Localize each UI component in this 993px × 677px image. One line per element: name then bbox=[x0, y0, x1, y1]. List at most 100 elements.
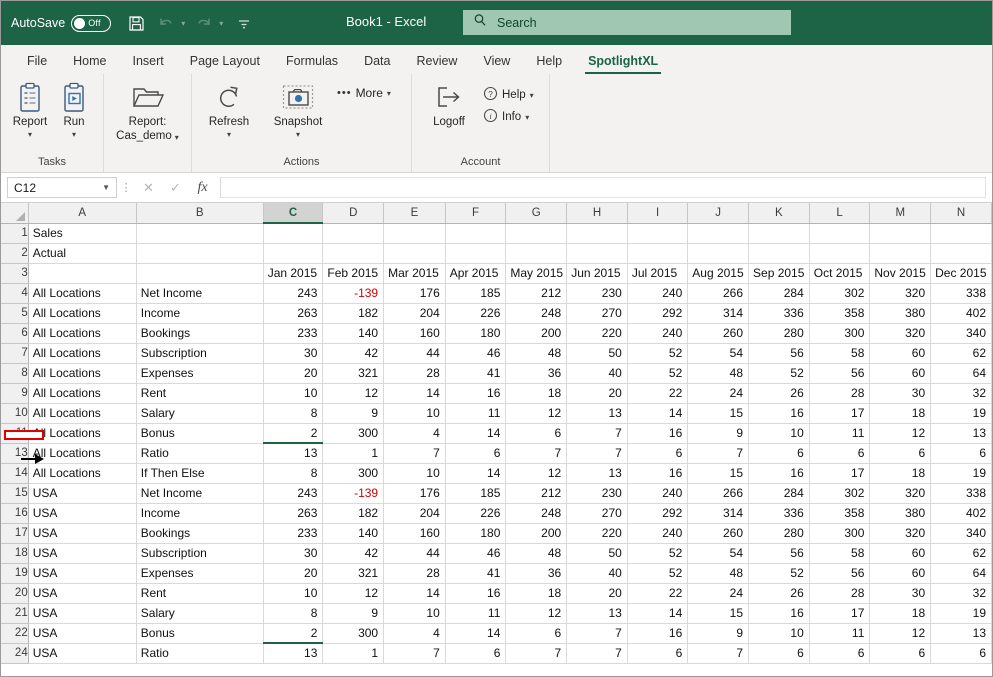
cell-I10[interactable]: 14 bbox=[627, 403, 689, 424]
cell-F14[interactable]: 14 bbox=[445, 463, 507, 484]
cell-E10[interactable]: 10 bbox=[383, 403, 446, 424]
cell-J5[interactable]: 314 bbox=[687, 303, 750, 324]
cell-J14[interactable]: 15 bbox=[687, 463, 750, 484]
tab-page-layout[interactable]: Page Layout bbox=[177, 54, 273, 74]
run-button[interactable]: Run ▾ bbox=[52, 78, 96, 139]
cell-A16[interactable]: USA bbox=[28, 503, 137, 524]
cell-H9[interactable]: 20 bbox=[566, 383, 628, 404]
cell-E20[interactable]: 14 bbox=[383, 583, 446, 604]
cell-L20[interactable]: 28 bbox=[809, 583, 871, 604]
cell-H13[interactable]: 7 bbox=[566, 443, 628, 464]
cell-L11[interactable]: 11 bbox=[809, 423, 871, 444]
cell-L24[interactable]: 6 bbox=[809, 643, 871, 664]
cell-B19[interactable]: Expenses bbox=[136, 563, 264, 584]
cell-E16[interactable]: 204 bbox=[383, 503, 446, 524]
row-header-10[interactable]: 10 bbox=[1, 403, 29, 424]
tab-data[interactable]: Data bbox=[351, 54, 403, 74]
cell-C18[interactable]: 30 bbox=[263, 543, 324, 564]
column-header-h[interactable]: H bbox=[566, 203, 628, 224]
tab-file[interactable]: File bbox=[14, 54, 60, 74]
cell-A15[interactable]: USA bbox=[28, 483, 137, 504]
cell-J10[interactable]: 15 bbox=[687, 403, 750, 424]
cell-I2[interactable] bbox=[627, 243, 689, 264]
report-dropdown-icon[interactable]: ▾ bbox=[28, 130, 32, 139]
cell-C20[interactable]: 10 bbox=[263, 583, 324, 604]
cell-N6[interactable]: 340 bbox=[930, 323, 992, 344]
cell-J4[interactable]: 266 bbox=[687, 283, 750, 304]
cell-G7[interactable]: 48 bbox=[505, 343, 568, 364]
column-header-k[interactable]: K bbox=[748, 203, 810, 224]
cell-B1[interactable] bbox=[136, 223, 264, 244]
info-dropdown-icon[interactable]: ▾ bbox=[525, 113, 529, 122]
cell-M8[interactable]: 60 bbox=[869, 363, 932, 384]
row-header-11[interactable]: 11 bbox=[1, 423, 29, 444]
row-header-15[interactable]: 15 bbox=[1, 483, 29, 504]
cell-G2[interactable] bbox=[505, 243, 568, 264]
cell-D3[interactable]: Feb 2015 bbox=[322, 263, 385, 284]
cell-L15[interactable]: 302 bbox=[809, 483, 871, 504]
cell-L17[interactable]: 300 bbox=[809, 523, 871, 544]
cell-L10[interactable]: 17 bbox=[809, 403, 871, 424]
cell-C19[interactable]: 20 bbox=[263, 563, 324, 584]
cell-F1[interactable] bbox=[445, 223, 507, 244]
cell-N7[interactable]: 62 bbox=[930, 343, 992, 364]
cell-I1[interactable] bbox=[627, 223, 689, 244]
cell-F16[interactable]: 226 bbox=[445, 503, 507, 524]
cell-L1[interactable] bbox=[809, 223, 871, 244]
cell-I24[interactable]: 6 bbox=[627, 643, 689, 664]
cell-G18[interactable]: 48 bbox=[505, 543, 568, 564]
cell-A21[interactable]: USA bbox=[28, 603, 137, 624]
cell-H14[interactable]: 13 bbox=[566, 463, 628, 484]
chevron-down-icon[interactable]: ▼ bbox=[102, 183, 110, 192]
cell-J7[interactable]: 54 bbox=[687, 343, 750, 364]
cell-A14[interactable]: All Locations bbox=[28, 463, 137, 484]
cell-L16[interactable]: 358 bbox=[809, 503, 871, 524]
cell-D20[interactable]: 12 bbox=[322, 583, 385, 604]
cell-K7[interactable]: 56 bbox=[748, 343, 810, 364]
cell-G9[interactable]: 18 bbox=[505, 383, 568, 404]
cell-C16[interactable]: 263 bbox=[263, 503, 324, 524]
cell-D5[interactable]: 182 bbox=[322, 303, 385, 324]
row-header-20[interactable]: 20 bbox=[1, 583, 29, 604]
cell-G16[interactable]: 248 bbox=[505, 503, 568, 524]
cell-B20[interactable]: Rent bbox=[136, 583, 264, 604]
cell-B18[interactable]: Subscription bbox=[136, 543, 264, 564]
cell-J1[interactable] bbox=[687, 223, 750, 244]
cell-B21[interactable]: Salary bbox=[136, 603, 264, 624]
more-button[interactable]: ••• More ▾ bbox=[337, 78, 391, 100]
refresh-dropdown-icon[interactable]: ▾ bbox=[227, 130, 231, 139]
cell-K20[interactable]: 26 bbox=[748, 583, 810, 604]
cell-M24[interactable]: 6 bbox=[869, 643, 932, 664]
cell-D7[interactable]: 42 bbox=[322, 343, 385, 364]
cell-H15[interactable]: 230 bbox=[566, 483, 628, 504]
cell-L19[interactable]: 56 bbox=[809, 563, 871, 584]
cell-N4[interactable]: 338 bbox=[930, 283, 992, 304]
cell-F2[interactable] bbox=[445, 243, 507, 264]
cell-K3[interactable]: Sep 2015 bbox=[748, 263, 810, 284]
cell-B22[interactable]: Bonus bbox=[136, 623, 264, 644]
cell-H24[interactable]: 7 bbox=[566, 643, 628, 664]
column-header-d[interactable]: D bbox=[322, 203, 385, 224]
cell-C14[interactable]: 8 bbox=[263, 463, 324, 484]
cell-E2[interactable] bbox=[383, 243, 446, 264]
cell-A2[interactable]: Actual bbox=[28, 243, 137, 264]
cell-B16[interactable]: Income bbox=[136, 503, 264, 524]
undo-dropdown-icon[interactable]: ▾ bbox=[181, 19, 185, 28]
cell-N8[interactable]: 64 bbox=[930, 363, 992, 384]
cell-M21[interactable]: 18 bbox=[869, 603, 932, 624]
column-header-l[interactable]: L bbox=[809, 203, 871, 224]
cell-C4[interactable]: 243 bbox=[263, 283, 324, 304]
cell-M22[interactable]: 12 bbox=[869, 623, 932, 644]
cell-B2[interactable] bbox=[136, 243, 264, 264]
cell-G19[interactable]: 36 bbox=[505, 563, 568, 584]
cell-K21[interactable]: 16 bbox=[748, 603, 810, 624]
cell-B5[interactable]: Income bbox=[136, 303, 264, 324]
cell-D2[interactable] bbox=[322, 243, 385, 264]
cell-F5[interactable]: 226 bbox=[445, 303, 507, 324]
cell-A11[interactable]: All Locations bbox=[28, 423, 137, 444]
cell-B14[interactable]: If Then Else bbox=[136, 463, 264, 484]
column-header-b[interactable]: B bbox=[136, 203, 264, 224]
cell-N13[interactable]: 6 bbox=[930, 443, 992, 464]
cell-N9[interactable]: 32 bbox=[930, 383, 992, 404]
cell-H6[interactable]: 220 bbox=[566, 323, 628, 344]
